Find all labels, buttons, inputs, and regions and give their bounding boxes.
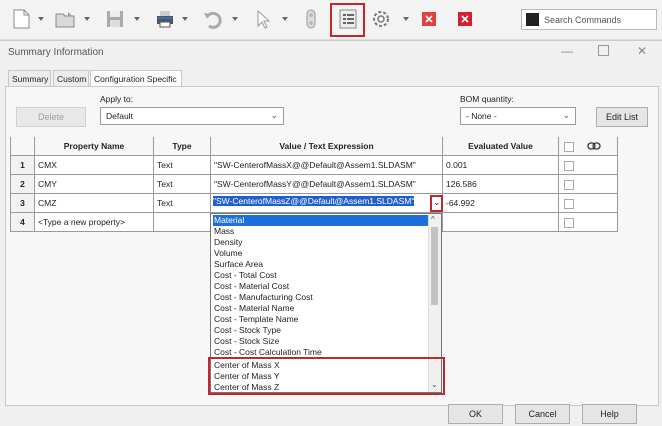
delete-button[interactable]: Delete bbox=[16, 107, 86, 127]
table-row: 1 CMX Text "SW-CenterofMassX@@Default@As… bbox=[10, 156, 618, 175]
header-property-name[interactable]: Property Name bbox=[35, 137, 154, 156]
dropdown-item-density[interactable]: Density bbox=[213, 237, 431, 248]
link-all-checkbox[interactable] bbox=[564, 142, 574, 152]
highlight-center-of-mass-items bbox=[208, 357, 445, 395]
evaluated-cell: -64.992 bbox=[443, 194, 559, 213]
property-name-cell[interactable]: CMY bbox=[35, 175, 154, 194]
row-number[interactable]: 4 bbox=[10, 213, 35, 232]
header-type[interactable]: Type bbox=[154, 137, 211, 156]
dropdown-item-cost-total[interactable]: Cost - Total Cost bbox=[213, 270, 431, 281]
link-checkbox[interactable] bbox=[564, 161, 574, 171]
bom-quantity-label: BOM quantity: bbox=[460, 94, 514, 104]
cancel-button[interactable]: Cancel bbox=[515, 404, 570, 424]
value-cell[interactable]: "SW-CenterofMassX@@Default@Assem1.SLDASM… bbox=[211, 156, 443, 175]
row-number[interactable]: 3 bbox=[10, 194, 35, 213]
bom-quantity-select[interactable]: - None - ⌄ bbox=[460, 107, 576, 125]
row-number[interactable]: 2 bbox=[10, 175, 35, 194]
options-dropdown-arrow[interactable] bbox=[403, 17, 409, 21]
value-dropdown-button[interactable]: ⌄ bbox=[430, 195, 443, 212]
file-properties-icon[interactable] bbox=[337, 8, 359, 30]
property-name-cell[interactable]: CMZ bbox=[35, 194, 154, 213]
search-placeholder: Search Commands bbox=[544, 15, 622, 25]
value-cell[interactable]: "SW-CenterofMassY@@Default@Assem1.SLDASM… bbox=[211, 175, 443, 194]
undo-dropdown-arrow[interactable] bbox=[232, 17, 238, 21]
header-link bbox=[559, 137, 618, 156]
dialog-title: Summary Information bbox=[8, 47, 104, 58]
select-dropdown-arrow[interactable] bbox=[282, 17, 288, 21]
save-icon[interactable] bbox=[104, 8, 126, 30]
header-evaluated-value[interactable]: Evaluated Value bbox=[443, 137, 559, 156]
print-dropdown-arrow[interactable] bbox=[182, 17, 188, 21]
evaluated-cell bbox=[443, 213, 559, 232]
undo-icon[interactable] bbox=[202, 8, 224, 30]
dropdown-item-cost-stock-size[interactable]: Cost - Stock Size bbox=[213, 336, 431, 347]
dropdown-item-cost-stock-type[interactable]: Cost - Stock Type bbox=[213, 325, 431, 336]
property-name-cell[interactable]: CMX bbox=[35, 156, 154, 175]
chevron-down-icon: ⌄ bbox=[270, 110, 278, 120]
open-folder-icon[interactable] bbox=[54, 8, 76, 30]
exit-red-icon[interactable] bbox=[456, 10, 474, 28]
link-checkbox[interactable] bbox=[564, 199, 574, 209]
link-cell bbox=[559, 194, 618, 213]
ok-button[interactable]: OK bbox=[448, 404, 503, 424]
chevron-down-icon: ⌄ bbox=[433, 197, 441, 207]
edit-list-button[interactable]: Edit List bbox=[596, 107, 648, 127]
type-cell[interactable] bbox=[154, 213, 211, 232]
value-text-selected[interactable]: "SW-CenterofMassZ@@Default@Assem1.SLDASM… bbox=[213, 196, 415, 206]
link-cell bbox=[559, 175, 618, 194]
open-dropdown-arrow[interactable] bbox=[84, 17, 90, 21]
table-row: 2 CMY Text "SW-CenterofMassY@@Default@As… bbox=[10, 175, 618, 194]
search-commands-box[interactable]: Search Commands bbox=[521, 9, 657, 30]
apply-to-select[interactable]: Default ⌄ bbox=[100, 107, 284, 125]
dropdown-item-volume[interactable]: Volume bbox=[213, 248, 431, 259]
link-cell bbox=[559, 156, 618, 175]
new-dropdown-arrow[interactable] bbox=[38, 17, 44, 21]
table-row: 3 CMZ Text "SW-CenterofMassZ@@Default@As… bbox=[10, 194, 618, 213]
dropdown-item-cost-manufacturing[interactable]: Cost - Manufacturing Cost bbox=[213, 292, 431, 303]
close-dialog-button[interactable]: ✕ bbox=[637, 44, 647, 58]
new-property-cell[interactable]: <Type a new property> bbox=[35, 213, 154, 232]
type-cell[interactable]: Text bbox=[154, 175, 211, 194]
tab-summary[interactable]: Summary bbox=[8, 70, 51, 87]
header-value-expression[interactable]: Value / Text Expression bbox=[211, 137, 443, 156]
dropdown-item-cost-material-name[interactable]: Cost - Material Name bbox=[213, 303, 431, 314]
link-icon bbox=[587, 142, 601, 150]
dropdown-item-mass[interactable]: Mass bbox=[213, 226, 431, 237]
print-icon[interactable] bbox=[154, 8, 176, 30]
dropdown-item-cost-template-name[interactable]: Cost - Template Name bbox=[213, 314, 431, 325]
chevron-down-icon: ⌄ bbox=[562, 110, 570, 120]
top-toolbar: Search Commands bbox=[0, 0, 662, 40]
select-cursor-icon[interactable] bbox=[252, 8, 274, 30]
apply-to-value: Default bbox=[106, 111, 133, 121]
options-gear-icon[interactable] bbox=[370, 8, 392, 30]
type-cell[interactable]: Text bbox=[154, 194, 211, 213]
bom-quantity-value: - None - bbox=[466, 111, 497, 121]
scroll-up-icon[interactable]: ^ bbox=[431, 215, 435, 224]
help-button[interactable]: Help bbox=[582, 404, 637, 424]
maximize-button[interactable] bbox=[598, 45, 609, 56]
close-red-icon[interactable] bbox=[420, 10, 438, 28]
evaluated-cell: 126.586 bbox=[443, 175, 559, 194]
tab-custom[interactable]: Custom bbox=[53, 70, 89, 87]
type-cell[interactable]: Text bbox=[154, 156, 211, 175]
link-checkbox[interactable] bbox=[564, 180, 574, 190]
row-number[interactable]: 1 bbox=[10, 156, 35, 175]
header-corner bbox=[10, 137, 35, 156]
scrollbar-thumb[interactable] bbox=[431, 227, 438, 305]
apply-to-label: Apply to: bbox=[100, 94, 134, 104]
link-cell bbox=[559, 213, 618, 232]
evaluated-cell: 0.001 bbox=[443, 156, 559, 175]
search-icon bbox=[526, 13, 539, 26]
save-dropdown-arrow[interactable] bbox=[134, 17, 140, 21]
rebuild-traffic-light-icon[interactable] bbox=[300, 8, 322, 30]
link-checkbox[interactable] bbox=[564, 218, 574, 228]
value-cell-editing[interactable]: "SW-CenterofMassZ@@Default@Assem1.SLDASM… bbox=[211, 194, 443, 213]
minimize-button[interactable]: — bbox=[561, 44, 573, 58]
dropdown-item-surface-area[interactable]: Surface Area bbox=[213, 259, 431, 270]
new-document-icon[interactable] bbox=[10, 8, 32, 30]
dropdown-item-material[interactable]: Material bbox=[213, 215, 431, 226]
dropdown-item-cost-material[interactable]: Cost - Material Cost bbox=[213, 281, 431, 292]
grid-header-row: Property Name Type Value / Text Expressi… bbox=[10, 137, 618, 156]
